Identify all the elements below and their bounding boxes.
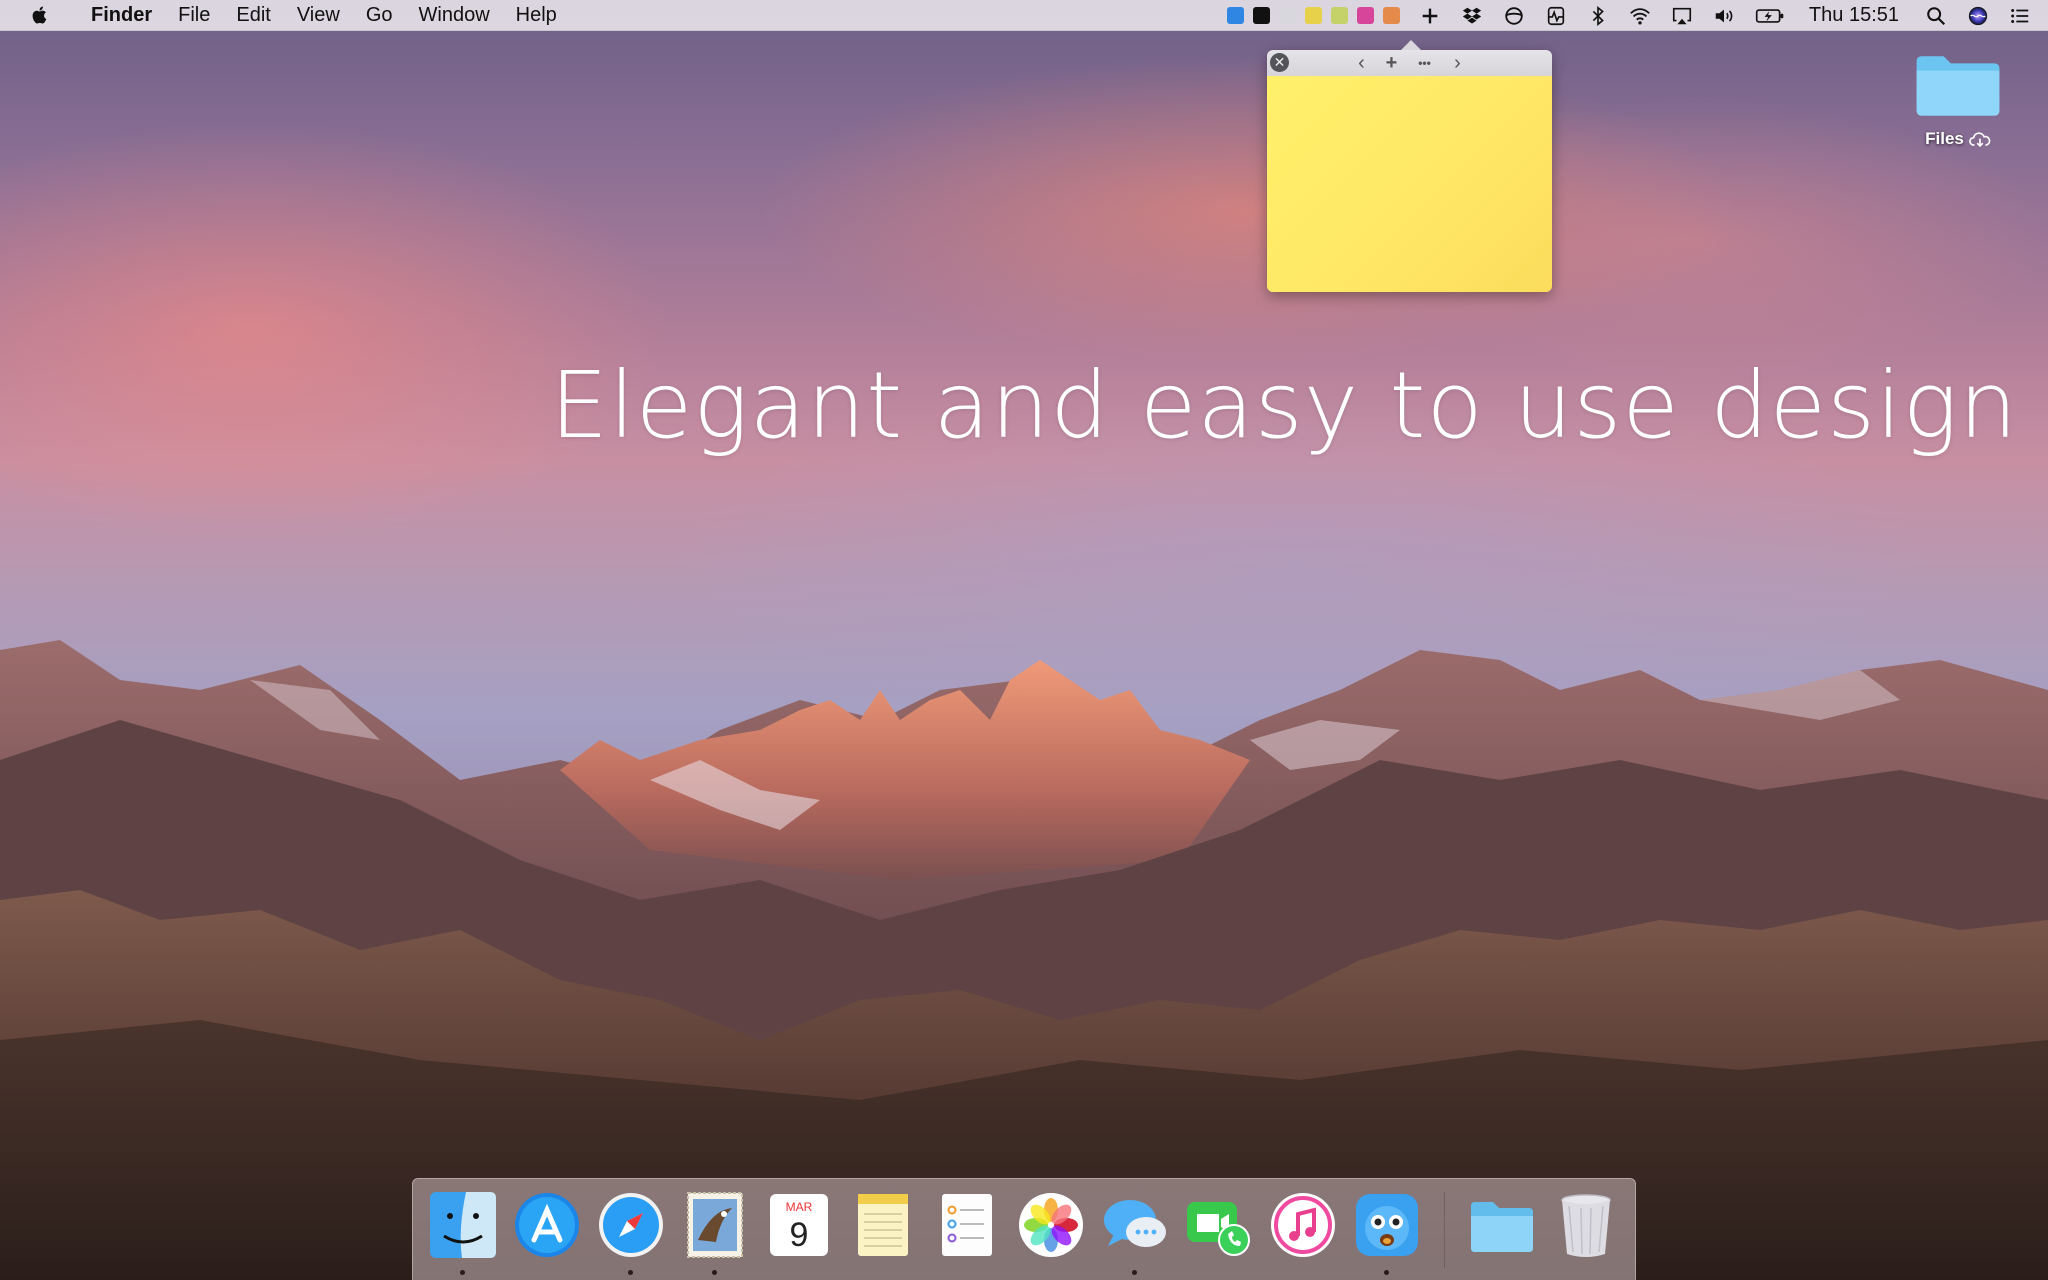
folder-label: Files: [1908, 129, 2008, 149]
volume-icon[interactable]: [1712, 4, 1736, 28]
menu-bar: Finder File Edit View Go Window Help Thu…: [0, 0, 2048, 31]
note-nav: ‹ + ••• ›: [1352, 52, 1468, 74]
dock-trash[interactable]: [1551, 1190, 1621, 1260]
calendar-day: 9: [790, 1216, 809, 1254]
trash-icon: [1561, 1194, 1611, 1257]
messages-icon: [1104, 1200, 1166, 1247]
icloud-download-icon: [1968, 131, 1991, 147]
menu-go[interactable]: Go: [353, 0, 406, 31]
folder-label-text: Files: [1925, 129, 1964, 148]
activity-icon[interactable]: [1544, 4, 1568, 28]
dock-calendar[interactable]: MAR 9: [764, 1190, 834, 1260]
running-indicator: [1132, 1270, 1137, 1275]
note-color-swatch-gray[interactable]: [1278, 7, 1296, 24]
dock-tweetbot[interactable]: [1352, 1190, 1422, 1275]
dock-mail[interactable]: [680, 1190, 750, 1275]
dock-itunes[interactable]: [1268, 1190, 1338, 1260]
notes-icon: [858, 1194, 908, 1256]
battery-icon[interactable]: [1754, 4, 1786, 28]
mountain-landscape: [0, 640, 2048, 1280]
note-toolbar: ✕ ‹ + ••• ›: [1267, 50, 1552, 76]
spotlight-search-icon[interactable]: [1924, 4, 1948, 28]
note-color-swatch-black[interactable]: [1252, 7, 1270, 24]
menu-clock[interactable]: Thu 15:51: [1809, 4, 1899, 27]
dropbox-icon[interactable]: [1460, 4, 1484, 28]
calendar-icon: MAR 9: [770, 1194, 828, 1256]
menu-view[interactable]: View: [284, 0, 353, 31]
status-area: Thu 15:51: [1226, 0, 2048, 31]
menu-help[interactable]: Help: [503, 0, 570, 31]
note-color-swatch-pink[interactable]: [1356, 7, 1374, 24]
plus-icon[interactable]: [1418, 4, 1442, 28]
reminders-icon: [942, 1194, 992, 1256]
sticky-note-popover[interactable]: ✕ ‹ + ••• ›: [1267, 40, 1552, 292]
running-indicator: [1384, 1270, 1389, 1275]
airplay-icon[interactable]: [1670, 4, 1694, 28]
folder-icon: [1471, 1202, 1533, 1252]
finder-icon: [430, 1192, 496, 1258]
photos-icon: [1019, 1193, 1083, 1257]
dock-separator: [1444, 1192, 1445, 1268]
dock-downloads-folder[interactable]: [1467, 1190, 1537, 1260]
tweetbot-icon: [1356, 1194, 1418, 1256]
dock-reminders[interactable]: [932, 1190, 1002, 1260]
mail-stamp-icon: [687, 1192, 743, 1258]
note-next-button[interactable]: ›: [1448, 52, 1468, 74]
menu-window[interactable]: Window: [406, 0, 503, 31]
desktop-folder-files[interactable]: Files: [1908, 52, 2008, 149]
dock-app-store[interactable]: [512, 1190, 582, 1260]
safari-icon: [599, 1193, 663, 1257]
dock-facetime[interactable]: [1184, 1190, 1254, 1260]
running-indicator: [712, 1270, 717, 1275]
app-store-icon: [515, 1193, 579, 1257]
dock: MAR 9: [412, 1178, 1636, 1280]
note-add-button[interactable]: +: [1382, 52, 1402, 74]
menu-app-finder[interactable]: Finder: [78, 0, 165, 31]
dock-safari[interactable]: [596, 1190, 666, 1275]
siri-icon[interactable]: [1966, 4, 1990, 28]
circle-icon[interactable]: [1502, 4, 1526, 28]
running-indicator: [628, 1270, 633, 1275]
note-more-button[interactable]: •••: [1412, 53, 1438, 73]
dock-finder[interactable]: [428, 1190, 498, 1275]
running-indicator: [460, 1270, 465, 1275]
headline: Elegant and easy to use design: [550, 352, 2019, 459]
bluetooth-icon[interactable]: [1586, 4, 1610, 28]
desktop-wallpaper: [0, 0, 2048, 1280]
note-close-button[interactable]: ✕: [1270, 53, 1289, 72]
note-prev-button[interactable]: ‹: [1352, 52, 1372, 74]
wifi-icon[interactable]: [1628, 4, 1652, 28]
menu-edit[interactable]: Edit: [223, 0, 283, 31]
dock-messages[interactable]: [1100, 1190, 1170, 1275]
dock-photos[interactable]: [1016, 1190, 1086, 1260]
apple-menu-icon[interactable]: [26, 0, 54, 31]
calendar-month: MAR: [786, 1200, 813, 1214]
note-color-swatch-green[interactable]: [1330, 7, 1348, 24]
notification-center-icon[interactable]: [2008, 4, 2032, 28]
note-color-swatch-orange[interactable]: [1382, 7, 1400, 24]
itunes-icon: [1271, 1193, 1335, 1257]
dock-notes[interactable]: [848, 1190, 918, 1260]
note-color-swatch-blue[interactable]: [1226, 7, 1244, 24]
note-text-area[interactable]: [1267, 76, 1552, 292]
note-color-swatch-yellow[interactable]: [1304, 7, 1322, 24]
folder-icon: [1916, 56, 2000, 116]
facetime-icon: [1187, 1202, 1250, 1256]
menu-file[interactable]: File: [165, 0, 223, 31]
